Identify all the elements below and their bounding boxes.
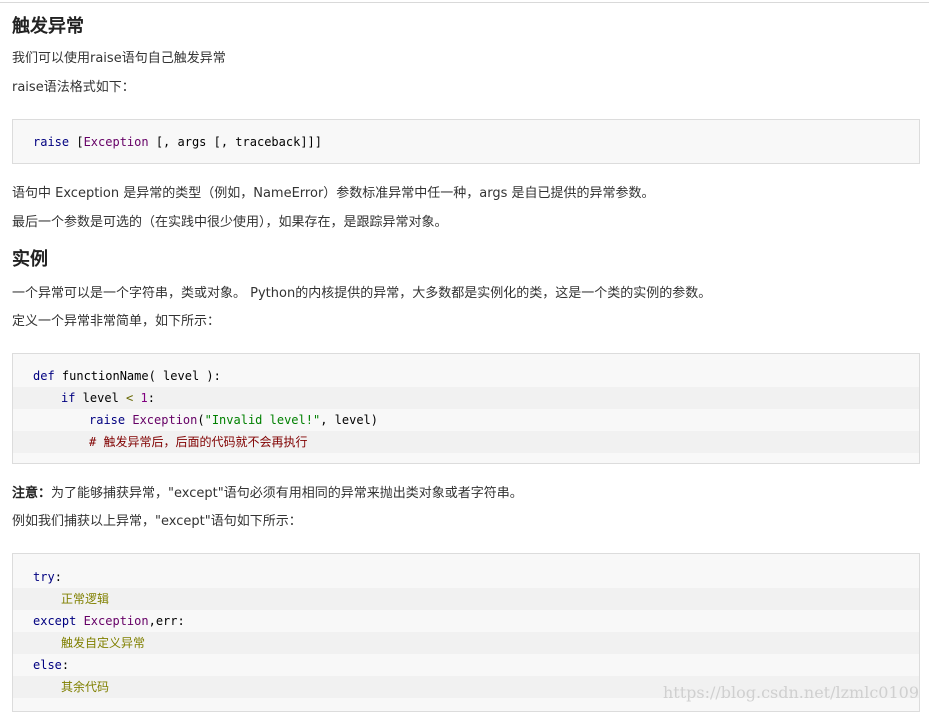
code-token: try bbox=[33, 570, 55, 584]
code-token: except bbox=[33, 614, 77, 628]
code-token: 其余代码 bbox=[61, 680, 110, 694]
code-line: # 触发异常后，后面的代码就不会再执行 bbox=[13, 431, 919, 453]
code-token: "Invalid level!" bbox=[204, 413, 321, 427]
code-token: ( bbox=[197, 413, 205, 427]
code-line: except Exception,err: bbox=[13, 610, 919, 632]
code-token: [, args [, traceback]]] bbox=[148, 135, 322, 149]
code-token: , level) bbox=[320, 413, 378, 427]
code-token: raise bbox=[89, 413, 126, 427]
intro-text-1: 我们可以使用raise语句自己触发异常 bbox=[12, 51, 226, 66]
code-token: raise bbox=[33, 135, 70, 149]
description-text-1: 语句中 Exception 是异常的类型（例如，NameError）参数标准异常… bbox=[12, 186, 655, 201]
description-text-2: 最后一个参数是可选的（在实践中很少使用），如果存在，是跟踪异常对象。 bbox=[12, 215, 448, 230]
code-token: Exception bbox=[76, 614, 149, 628]
code-token: [ bbox=[69, 135, 84, 149]
code-token: else bbox=[33, 658, 62, 672]
code-token: Exception bbox=[125, 413, 198, 427]
catch-text: 例如我们捕获以上异常，"except"语句如下所示： bbox=[12, 514, 302, 529]
code-token: : bbox=[61, 658, 70, 672]
code-block-raise: raise [Exception [, args [, traceback]]] bbox=[12, 119, 920, 164]
note-body: 为了能够捕获异常，"except"语句必须有用相同的异常来抛出类对象或者字符串。 bbox=[51, 486, 523, 501]
code-block-function: def functionName( level ): if level < 1:… bbox=[12, 353, 920, 464]
example-text-1: 一个异常可以是一个字符串，类或对象。 Python的内核提供的异常，大多数都是实… bbox=[12, 286, 712, 301]
code-comment: # 触发异常后，后面的代码就不会再执行 bbox=[89, 435, 308, 449]
code-token: 1 bbox=[133, 391, 148, 405]
code-token: : bbox=[147, 391, 155, 405]
code-token: if bbox=[61, 391, 76, 405]
code-line: else: bbox=[13, 654, 919, 676]
code-line: raise Exception("Invalid level!", level) bbox=[13, 409, 919, 431]
section-title-trigger: 触发异常 bbox=[12, 16, 84, 37]
code-token: functionName( level ): bbox=[54, 369, 221, 383]
intro-text-2: raise语法格式如下： bbox=[12, 80, 135, 95]
code-line: 触发自定义异常 bbox=[13, 632, 919, 654]
code-token: 触发自定义异常 bbox=[61, 636, 146, 650]
code-token: 正常逻辑 bbox=[61, 592, 110, 606]
code-line: if level < 1: bbox=[13, 387, 919, 409]
code-token: level bbox=[75, 391, 127, 405]
code-line: try: bbox=[13, 566, 919, 588]
code-token: ,err: bbox=[148, 614, 185, 628]
code-token: : bbox=[54, 570, 62, 584]
top-divider bbox=[0, 2, 929, 3]
example-text-2: 定义一个异常非常简单，如下所示： bbox=[12, 314, 221, 329]
code-line: raise [Exception [, args [, traceback]]] bbox=[13, 131, 919, 153]
note-label: 注意： bbox=[12, 486, 52, 501]
code-line: 正常逻辑 bbox=[13, 588, 919, 610]
code-line: def functionName( level ): bbox=[13, 365, 919, 387]
watermark: https://blog.csdn.net/lzmlc0109 bbox=[662, 683, 919, 702]
note-text: 注意：为了能够捕获异常，"except"语句必须有用相同的异常来抛出类对象或者字… bbox=[12, 485, 523, 503]
section-title-example: 实例 bbox=[12, 249, 48, 270]
code-token: Exception bbox=[83, 135, 149, 149]
code-token: def bbox=[33, 369, 55, 383]
